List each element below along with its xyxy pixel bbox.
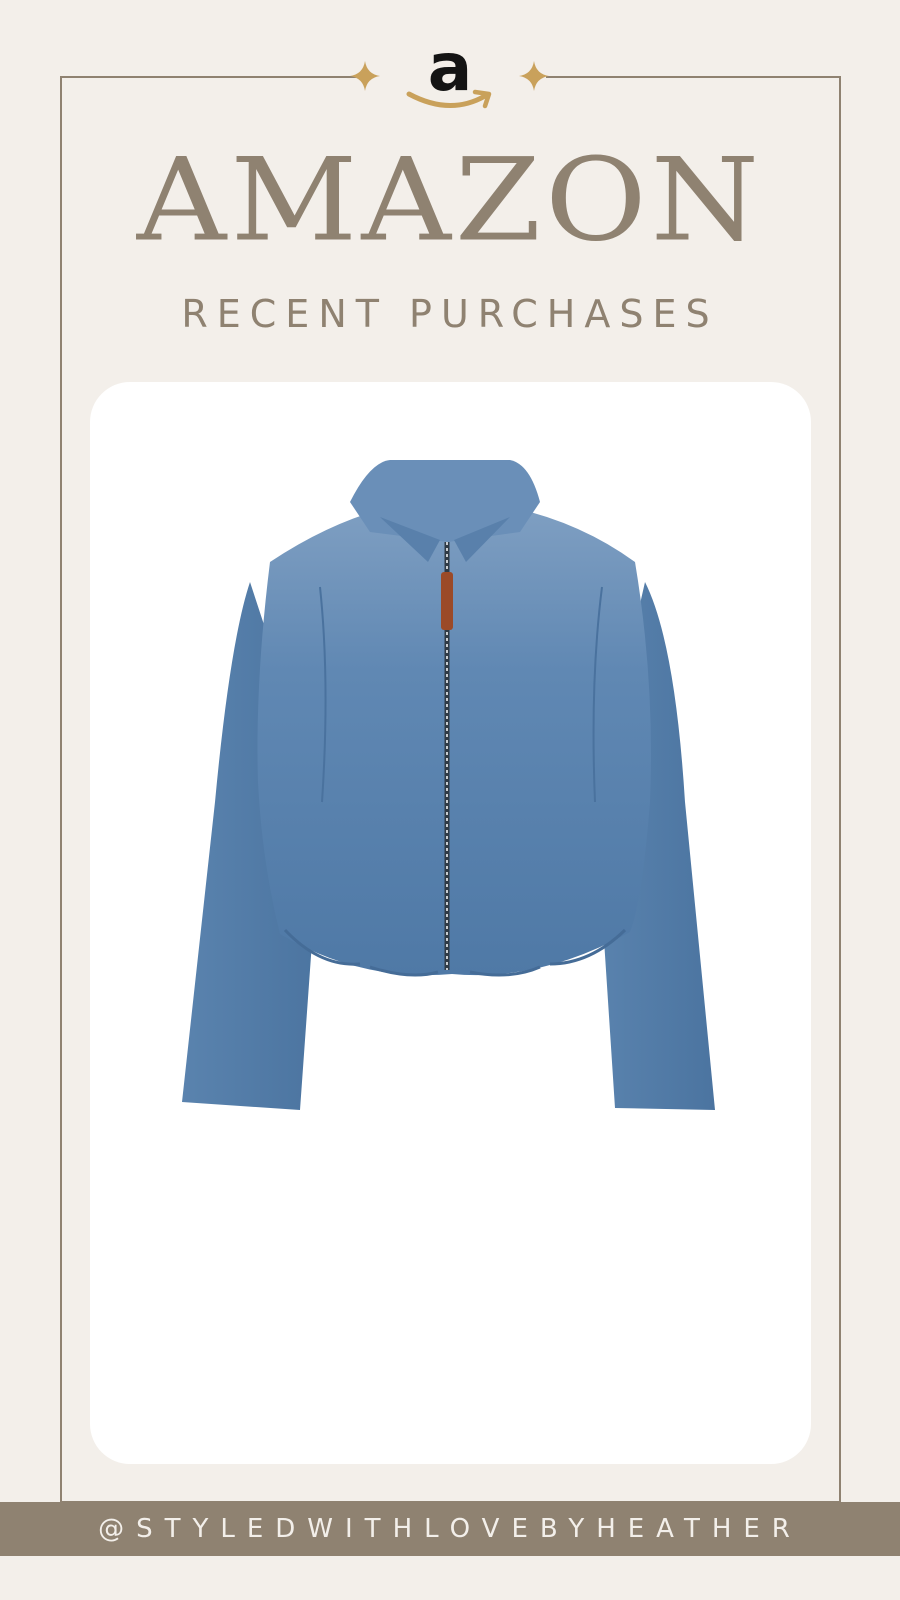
social-handle[interactable]: @STYLEDWITHLOVEBYHEATHER [0,1502,900,1556]
sparkle-icon [519,61,549,91]
denim-jacket-image[interactable] [90,382,811,1464]
sparkle-icon [350,61,380,91]
product-card[interactable] [90,382,811,1464]
page-title: AMAZON [136,134,764,268]
footer-band: @STYLEDWITHLOVEBYHEATHER [0,1502,900,1556]
amazon-logo: a [405,29,495,114]
page-subtitle: RECENT PURCHASES [181,292,719,336]
frame-top-left-line [60,76,356,78]
frame-top-right-line [546,76,841,78]
smile-arrow-icon [406,89,492,109]
